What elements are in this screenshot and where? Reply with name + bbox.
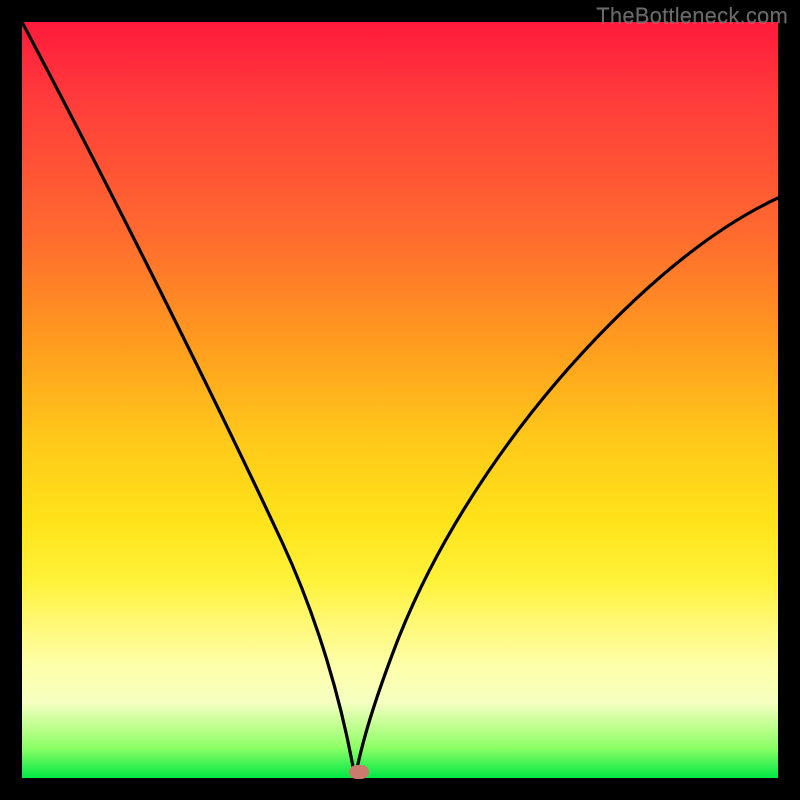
bottleneck-curve (22, 22, 778, 778)
outer-frame: TheBottleneck.com (0, 0, 800, 800)
optimal-marker (349, 765, 369, 779)
plot-area (22, 22, 778, 778)
watermark-text: TheBottleneck.com (596, 3, 788, 29)
curve-path (22, 22, 778, 778)
